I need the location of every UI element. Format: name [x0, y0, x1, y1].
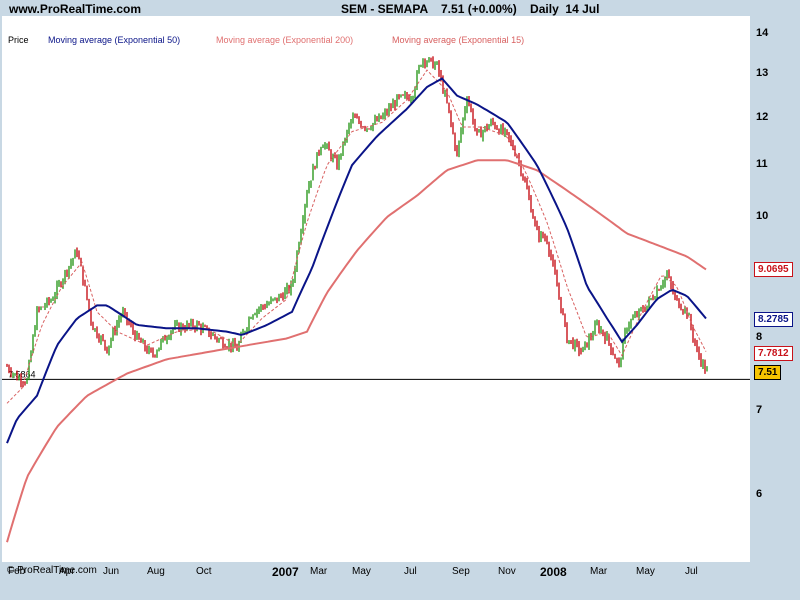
- x-tick-label: Mar: [310, 566, 328, 577]
- x-tick-label: Oct: [196, 566, 212, 577]
- y-tick-label: 8: [756, 331, 763, 344]
- y-tick-label: 14: [756, 27, 769, 39]
- y-tick-label: 11: [756, 158, 768, 171]
- x-tick-label: Aug: [147, 566, 165, 577]
- candles: [6, 56, 708, 388]
- y-tick-label: 10: [756, 210, 769, 223]
- x-tick-label: 2008: [540, 565, 567, 579]
- legend-ema50: Moving average (Exponential 50): [48, 35, 181, 45]
- x-tick-label: May: [352, 566, 371, 577]
- reference-line-label: 7.5864: [8, 369, 36, 379]
- y-tick-label: 7: [756, 404, 763, 417]
- x-tick-label: Sep: [452, 566, 470, 577]
- x-tick-label: Nov: [498, 566, 516, 577]
- x-tick-label: Feb: [8, 566, 26, 577]
- plot-area[interactable]: 7.5864 Price Moving average (Exponential…: [2, 16, 750, 576]
- y-tick-label: 13: [756, 67, 769, 80]
- ema15-line: [6, 69, 707, 404]
- legend-ema200: Moving average (Exponential 200): [216, 35, 354, 45]
- value-tag: 8.2785: [754, 311, 793, 327]
- price-chart[interactable]: 7.5864: [2, 16, 750, 562]
- value-tag: 7.51: [754, 364, 782, 380]
- ema50-line: [6, 77, 707, 444]
- x-tick-label: Apr: [59, 566, 75, 577]
- value-tag: 7.7812: [754, 345, 793, 361]
- x-tick-label: Mar: [590, 566, 608, 577]
- x-tick-label: Jun: [103, 566, 120, 577]
- y-tick-label: 6: [756, 487, 763, 500]
- site-title[interactable]: www.ProRealTime.com: [9, 2, 141, 16]
- x-tick-label: Jul: [404, 566, 417, 577]
- ema200-line: [6, 159, 707, 543]
- value-tag: 9.0695: [754, 262, 793, 278]
- legend-price: Price: [8, 35, 29, 45]
- legend-ema15: Moving average (Exponential 15): [392, 35, 525, 45]
- y-tick-label: 12: [756, 110, 769, 123]
- x-tick-label: 2007: [272, 565, 299, 579]
- x-tick-label: Jul: [685, 566, 698, 577]
- chart-title: SEM - SEMAPA 7.51 (+0.00%) Daily 14 Jul: [341, 2, 600, 16]
- x-tick-label: May: [636, 566, 655, 577]
